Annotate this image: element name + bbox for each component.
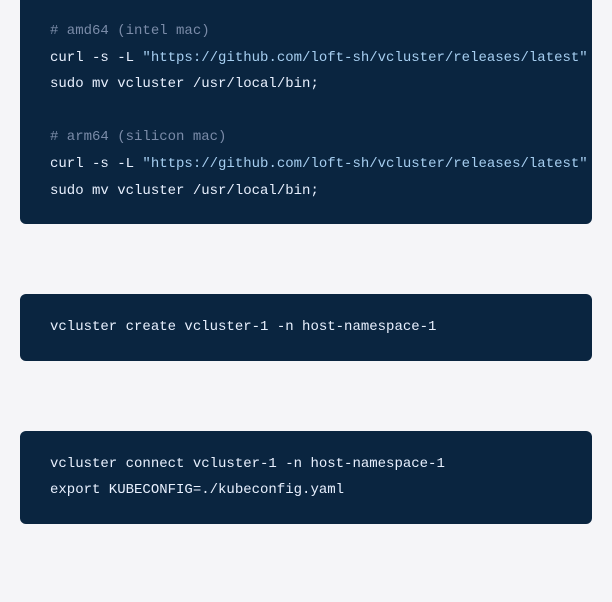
code-block-connect[interactable]: vcluster connect vcluster-1 -n host-name…: [20, 431, 592, 524]
code-text: vcluster connect vcluster-1 -n host-name…: [50, 456, 445, 472]
code-string: "https://github.com/loft-sh/vcluster/rel…: [142, 156, 587, 172]
code-text: | sed -nE 's!.*"([^"]*vcluster-darwin-ar…: [588, 156, 592, 172]
code-content: vcluster create vcluster-1 -n host-names…: [50, 314, 562, 341]
code-block-create[interactable]: vcluster create vcluster-1 -n host-names…: [20, 294, 592, 361]
code-comment: # amd64 (intel mac): [50, 23, 210, 39]
code-text: curl -s -L: [50, 156, 142, 172]
code-text: sudo mv vcluster /usr/local/bin;: [50, 76, 319, 92]
code-content: vcluster connect vcluster-1 -n host-name…: [50, 451, 562, 504]
code-text: curl -s -L: [50, 50, 142, 66]
gap: [0, 361, 612, 431]
code-text: export KUBECONFIG=./kubeconfig.yaml: [50, 482, 344, 498]
code-text: vcluster create vcluster-1 -n host-names…: [50, 319, 436, 335]
code-content: # amd64 (intel mac) curl -s -L "https://…: [50, 18, 562, 204]
code-text: sudo mv vcluster /usr/local/bin;: [50, 183, 319, 199]
gap: [0, 224, 612, 294]
code-text: | sed -nE 's!.*"([^"]*vcluster-darwin-am…: [588, 50, 592, 66]
code-block-install[interactable]: # amd64 (intel mac) curl -s -L "https://…: [20, 0, 592, 224]
code-string: "https://github.com/loft-sh/vcluster/rel…: [142, 50, 587, 66]
code-comment: # arm64 (silicon mac): [50, 129, 226, 145]
